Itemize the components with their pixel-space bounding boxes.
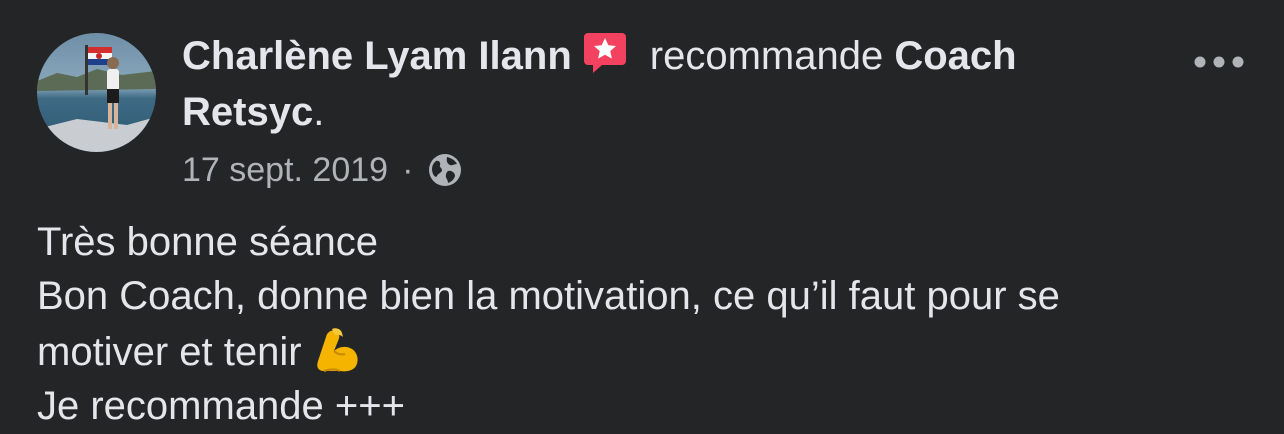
post-body: Très bonne séance Bon Coach, donne bien … <box>37 215 1257 433</box>
recommendation-post: Charlène Lyam Ilann recommande Coach Retsy… <box>0 0 1284 434</box>
post-meta: 17 sept. 2019 · <box>182 148 463 192</box>
body-line-3-wrap: motiver et tenir <box>37 323 1257 379</box>
recommend-star-icon <box>582 29 628 75</box>
more-dots-icon <box>1194 56 1244 68</box>
post-date[interactable]: 17 sept. 2019 <box>182 148 388 192</box>
action-text: recommande <box>649 34 884 78</box>
body-line-1: Très bonne séance <box>37 220 378 264</box>
page-name-line2[interactable]: Retsyc <box>182 90 313 134</box>
author-avatar[interactable] <box>37 33 156 152</box>
avatar-photo <box>37 33 156 152</box>
globe-icon[interactable] <box>427 152 463 188</box>
flexed-biceps-emoji <box>310 323 364 377</box>
header-period: . <box>313 90 325 134</box>
body-line-3: motiver et tenir <box>37 330 302 374</box>
body-line-2: Bon Coach, donne bien la motivation, ce … <box>37 274 1060 318</box>
author-name[interactable]: Charlène Lyam Ilann <box>182 34 572 78</box>
post-header: Charlène Lyam Ilann recommande Coach Retsy… <box>182 28 1142 140</box>
more-options-button[interactable] <box>1188 44 1250 80</box>
meta-separator: · <box>402 151 414 189</box>
page-name-line1[interactable]: Coach <box>894 34 1016 78</box>
body-line-4: Je recommande +++ <box>37 384 405 428</box>
